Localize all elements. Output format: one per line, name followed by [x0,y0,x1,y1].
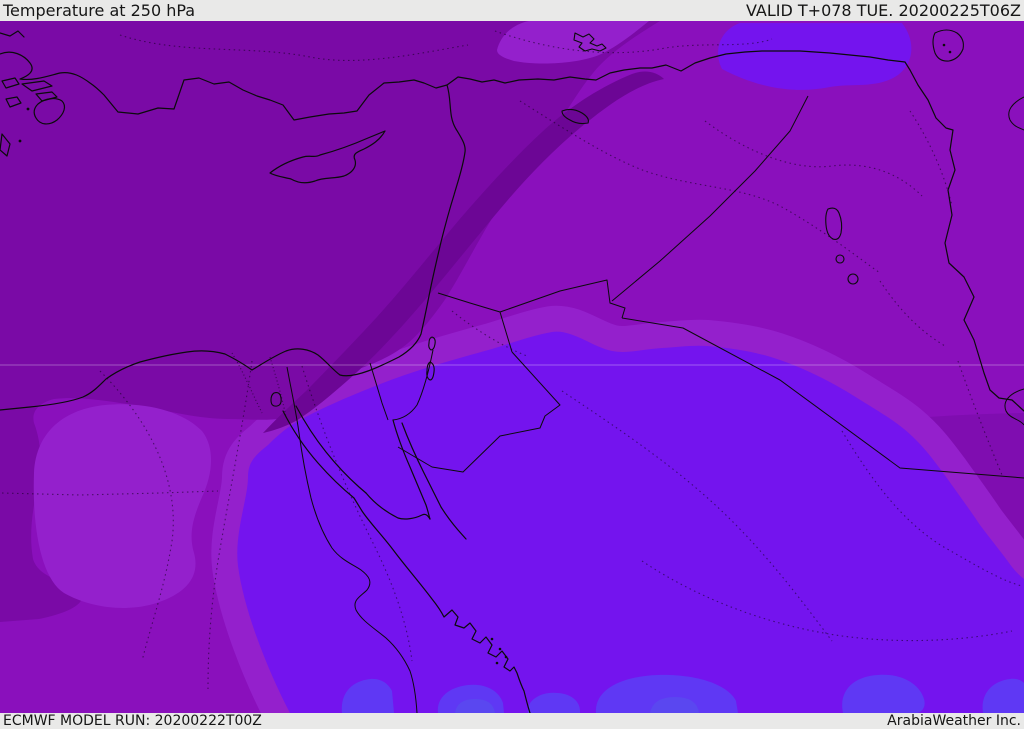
region-violet-north-blob [718,23,912,90]
header-bar: Temperature at 250 hPa VALID T+078 TUE. … [0,0,1024,21]
forecast-map [0,21,1024,713]
valid-time-label: VALID T+078 TUE. 20200225T06Z [745,1,1021,20]
footer-bar: ECMWF MODEL RUN: 20200222T00Z ArabiaWeat… [0,713,1024,729]
temperature-map-canvas [0,21,1024,713]
model-run-label: ECMWF MODEL RUN: 20200222T00Z [3,713,262,729]
weather-map-screen: Temperature at 250 hPa VALID T+078 TUE. … [0,0,1024,729]
brand-label: ArabiaWeather Inc. [887,713,1021,729]
region-light-west-patch [33,404,212,608]
map-title: Temperature at 250 hPa [3,1,196,20]
